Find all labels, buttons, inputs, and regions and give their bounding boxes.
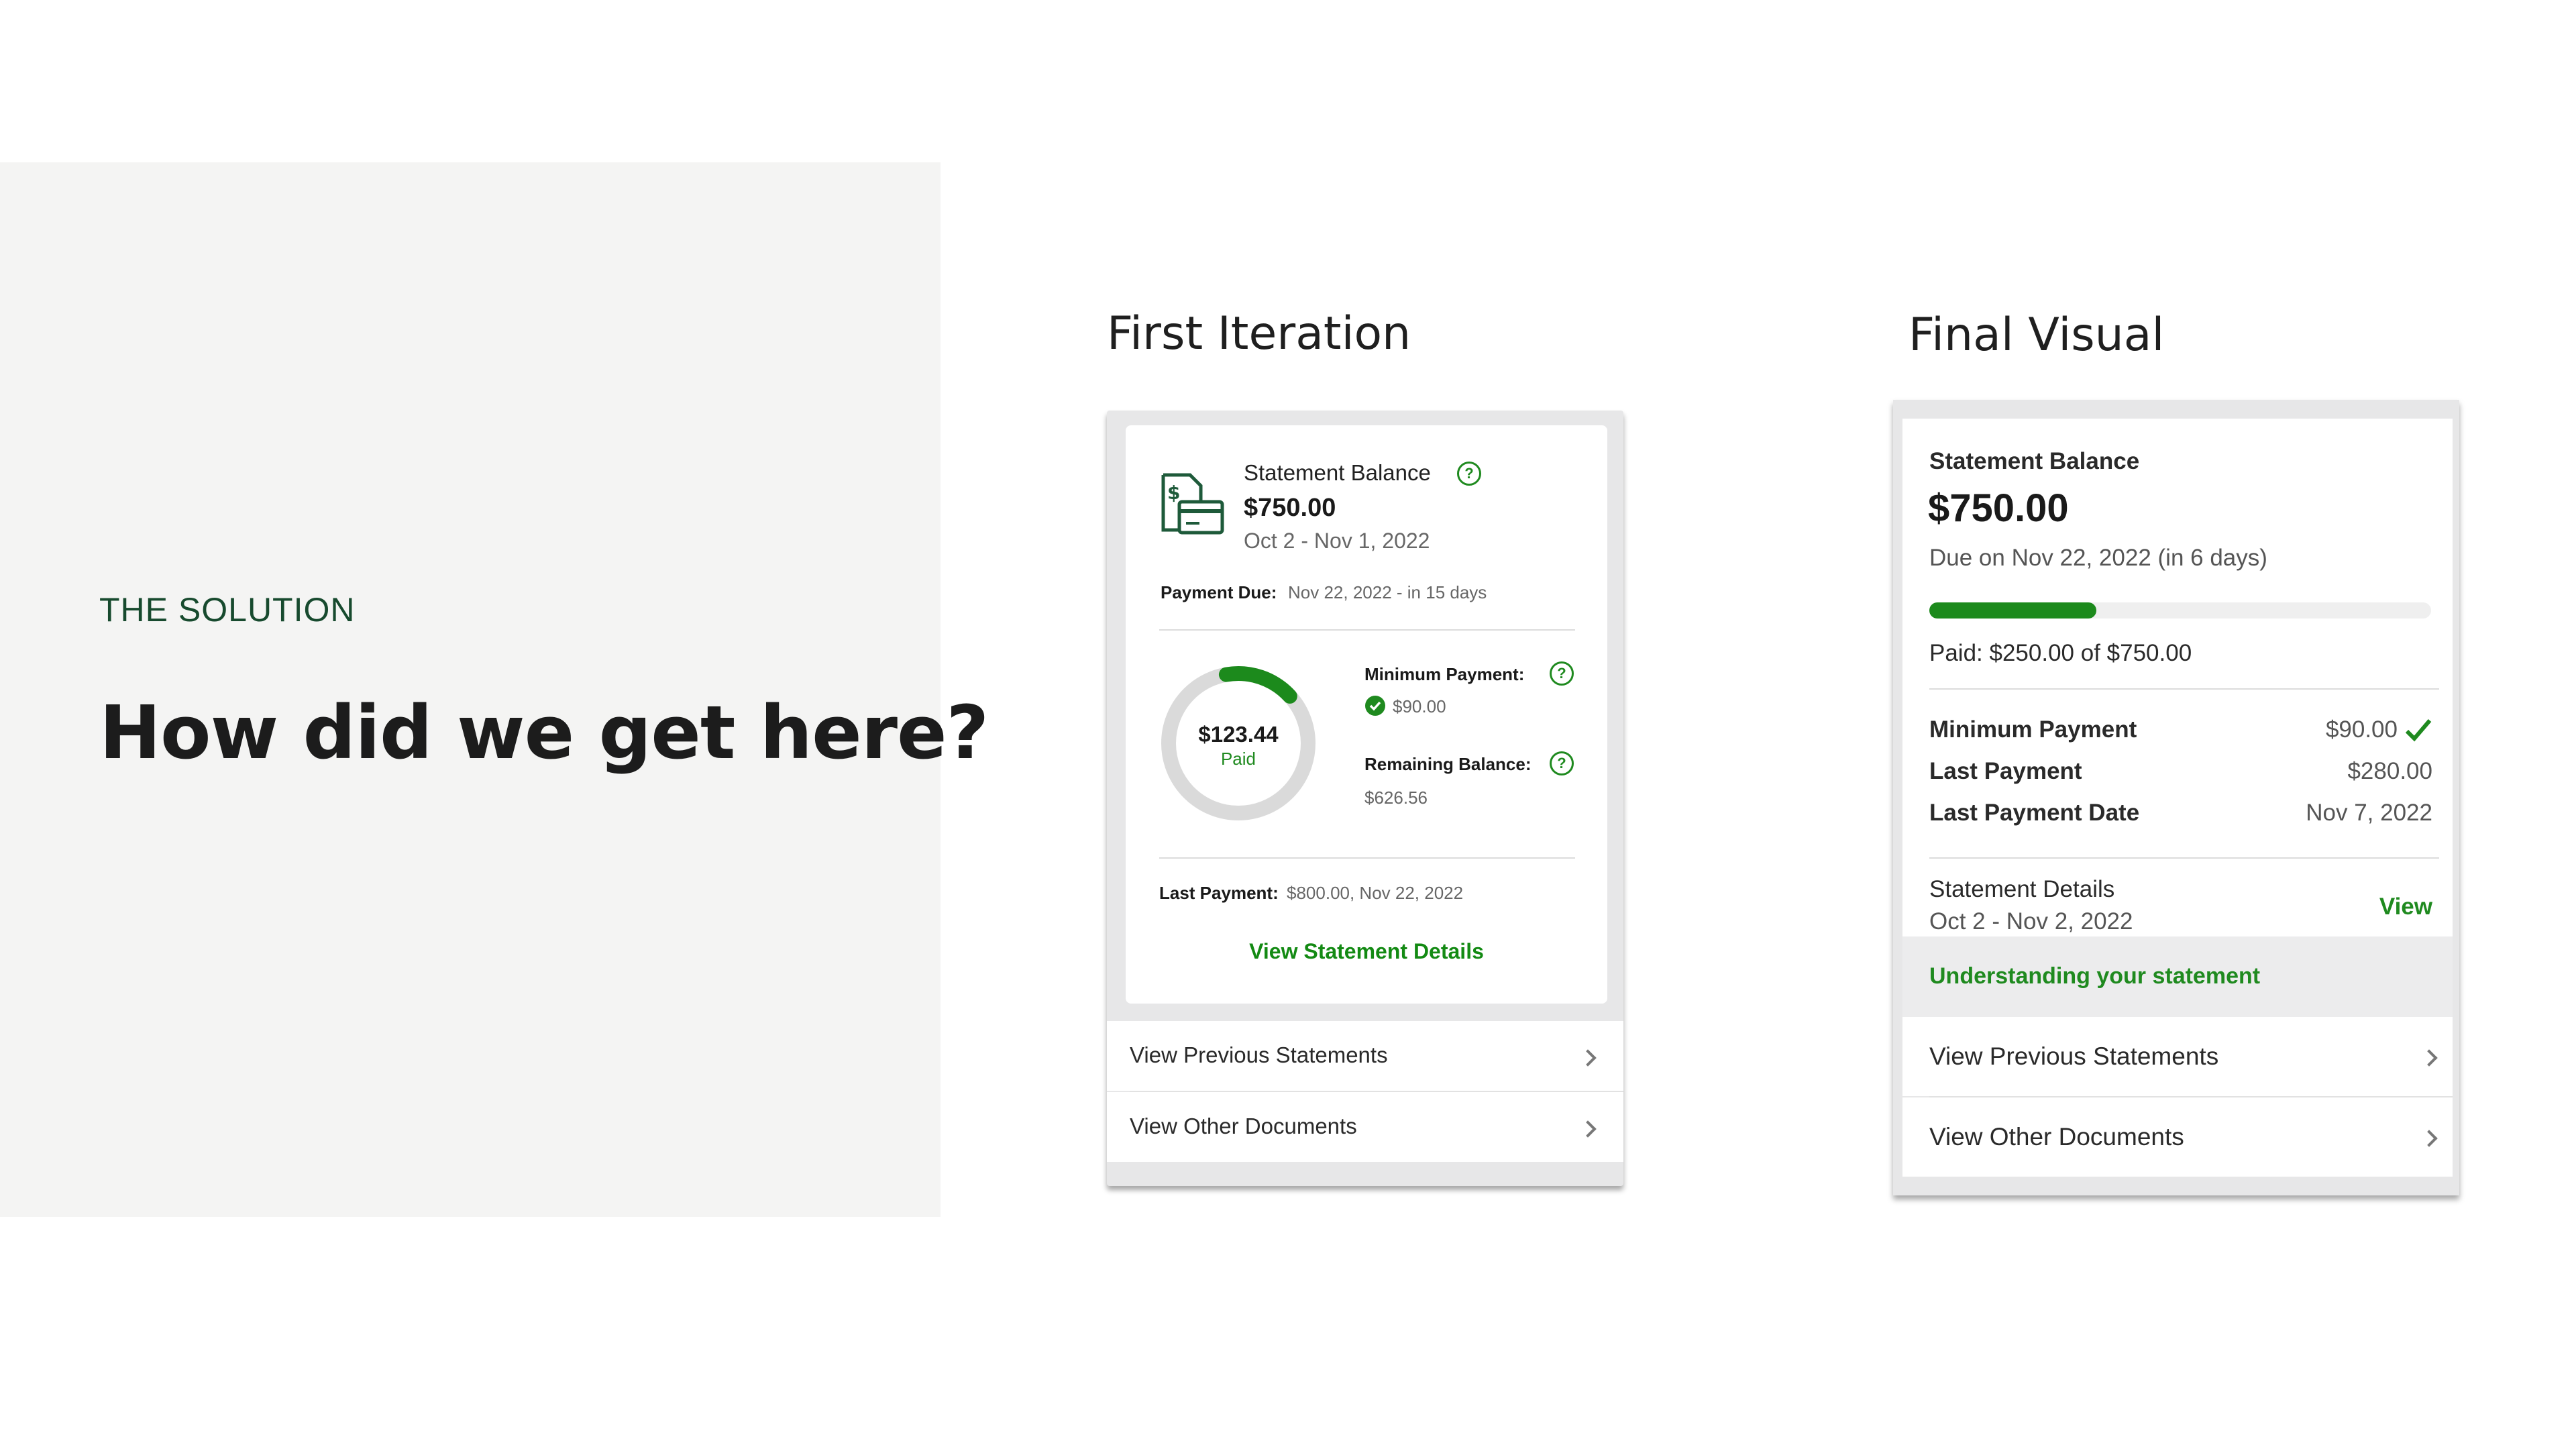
- slide-headline: How did we get here?: [99, 690, 989, 775]
- last-payment-label: Last Payment:: [1159, 883, 1279, 903]
- first-iteration-title: First Iteration: [1107, 307, 1411, 360]
- final-visual-title: Final Visual: [1909, 309, 2165, 362]
- check-circle-icon: [1365, 696, 1385, 716]
- view-statement-link[interactable]: View: [2339, 894, 2432, 920]
- divider: [1159, 629, 1575, 631]
- list-item-other-documents[interactable]: View Other Documents: [1107, 1092, 1623, 1162]
- last-payment-value: $280.00: [2347, 758, 2432, 784]
- payment-progress-fill: [1929, 602, 2097, 619]
- list-item-label: View Previous Statements: [1929, 1042, 2219, 1070]
- help-icon[interactable]: ?: [1457, 462, 1481, 486]
- minimum-payment-value: $90.00: [1393, 696, 1446, 716]
- statement-balance-label: Statement Balance: [1244, 460, 1431, 485]
- list-item-label: View Other Documents: [1929, 1123, 2184, 1150]
- statement-details-period: Oct 2 - Nov 2, 2022: [1929, 908, 2133, 934]
- help-icon[interactable]: ?: [1550, 751, 1574, 775]
- bill-card-icon: $: [1161, 473, 1224, 535]
- svg-text:$: $: [1167, 482, 1180, 504]
- minimum-payment-value: $90.00: [2325, 716, 2398, 743]
- list-item-other-documents[interactable]: View Other Documents: [1902, 1097, 2453, 1177]
- payment-due-value: Nov 22, 2022 - in 15 days: [1288, 582, 1487, 602]
- understanding-statement-link[interactable]: Understanding your statement: [1929, 963, 2260, 989]
- chevron-right-icon: [2420, 1130, 2438, 1147]
- due-date-text: Due on Nov 22, 2022 (in 6 days): [1929, 545, 2267, 571]
- understanding-statement-band: Understanding your statement: [1902, 936, 2453, 1017]
- donut-label: Paid: [1220, 749, 1256, 769]
- list-item-label: View Other Documents: [1130, 1114, 1357, 1138]
- remaining-balance-label: Remaining Balance:: [1364, 754, 1532, 774]
- last-payment-label: Last Payment: [1929, 758, 2082, 784]
- minimum-payment-label: Minimum Payment: [1929, 716, 2137, 743]
- first-iteration-card: $ Statement Balance ? $750.00 Oct 2 - No…: [1107, 411, 1623, 1186]
- statement-period: Oct 2 - Nov 1, 2022: [1244, 529, 1430, 553]
- payment-due-label: Payment Due:: [1161, 582, 1277, 602]
- last-payment-date-value: Nov 7, 2022: [2306, 800, 2432, 826]
- minimum-payment-label: Minimum Payment:: [1364, 664, 1525, 684]
- last-payment-date-label: Last Payment Date: [1929, 800, 2140, 826]
- divider: [1929, 857, 2439, 859]
- view-statement-details-link[interactable]: View Statement Details: [1126, 939, 1607, 964]
- help-icon[interactable]: ?: [1550, 661, 1574, 686]
- statement-balance-amount: $750.00: [1244, 494, 1336, 522]
- final-visual-card: Statement Balance $750.00 Due on Nov 22,…: [1893, 400, 2459, 1195]
- paid-amount-text: Paid: $250.00 of $750.00: [1929, 640, 2192, 666]
- payment-progress-bar: [1929, 602, 2431, 619]
- chevron-right-icon: [1579, 1120, 1597, 1138]
- remaining-balance-value: $626.56: [1364, 788, 1428, 808]
- divider: [1159, 857, 1575, 859]
- list-item-label: View Previous Statements: [1130, 1042, 1388, 1067]
- statement-details-label: Statement Details: [1929, 876, 2115, 902]
- list-item-previous-statements[interactable]: View Previous Statements: [1902, 1017, 2453, 1096]
- statement-balance-label: Statement Balance: [1929, 448, 2140, 474]
- statement-summary-panel: $ Statement Balance ? $750.00 Oct 2 - No…: [1126, 425, 1607, 1004]
- statement-summary-panel: Statement Balance $750.00 Due on Nov 22,…: [1902, 419, 2453, 936]
- chevron-right-icon: [1579, 1049, 1597, 1067]
- donut-amount: $123.44: [1198, 722, 1279, 747]
- check-icon: [2405, 719, 2432, 742]
- section-eyebrow: THE SOLUTION: [99, 591, 356, 629]
- statement-balance-amount: $750.00: [1928, 486, 2069, 530]
- chevron-right-icon: [2420, 1049, 2438, 1067]
- list-item-previous-statements[interactable]: View Previous Statements: [1107, 1021, 1623, 1091]
- divider: [1929, 688, 2439, 690]
- last-payment-value: $800.00, Nov 22, 2022: [1287, 883, 1464, 903]
